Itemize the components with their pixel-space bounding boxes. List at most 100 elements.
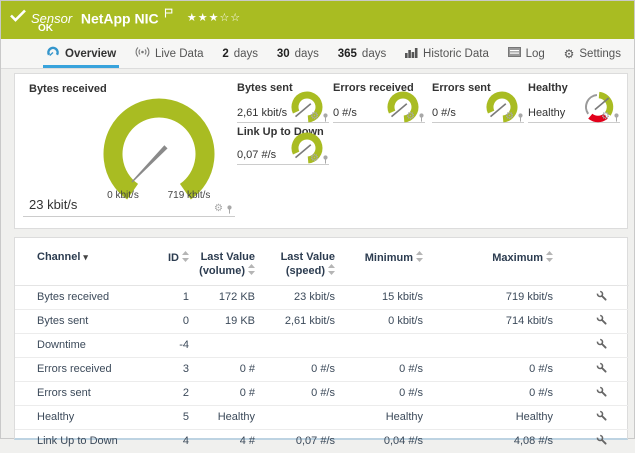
channel-settings-wrench-icon[interactable] xyxy=(596,362,607,373)
gauge-current-value: 0 #/s xyxy=(333,107,357,119)
column-header-id[interactable]: ID xyxy=(165,238,195,286)
tab-2-days[interactable]: 2 days xyxy=(219,39,261,68)
gauge-pin-icon[interactable] xyxy=(322,113,329,122)
maximum-value: Healthy xyxy=(429,406,559,430)
gauge-scale-min: 0 kbit/s xyxy=(93,190,153,201)
channel-settings-wrench-icon[interactable] xyxy=(596,338,607,349)
last-value-volume xyxy=(195,334,261,358)
gauge-pin-icon[interactable] xyxy=(613,113,620,122)
last-value-speed xyxy=(261,334,341,358)
channel-name[interactable]: Errors received xyxy=(15,358,165,382)
gauge-settings-icon[interactable]: ⚙ xyxy=(310,112,319,122)
tab-label: Historic Data xyxy=(423,48,489,60)
channel-settings-wrench-icon[interactable] xyxy=(596,386,607,397)
gauge-pin-icon[interactable] xyxy=(226,205,233,214)
last-value-speed: 0 #/s xyxy=(261,382,341,406)
channel-name[interactable]: Bytes received xyxy=(15,286,165,310)
gauge-errors-received: Errors received 0 #/s ⚙ xyxy=(333,82,425,123)
sensor-status-badge: OK xyxy=(38,23,53,34)
tab-bar: Overview Live Data 2 days 30 days 365 da… xyxy=(1,39,634,69)
tab-30-days[interactable]: 30 days xyxy=(274,39,322,68)
tab-overview[interactable]: Overview xyxy=(43,39,119,68)
gauges-panel: Bytes received 0 kbit/s 719 kbit/s 23 kb… xyxy=(14,73,628,229)
channel-settings-wrench-icon[interactable] xyxy=(596,314,607,325)
channel-settings-wrench-icon[interactable] xyxy=(596,290,607,301)
channel-settings-wrench-icon[interactable] xyxy=(596,434,607,445)
maximum-value: 4,08 #/s xyxy=(429,430,559,453)
column-header-last-value-speed[interactable]: Last Value(speed) xyxy=(261,238,341,286)
minimum-value: 0,04 #/s xyxy=(341,430,429,453)
tab-log[interactable]: Log xyxy=(505,39,548,68)
gauge-settings-icon[interactable]: ⚙ xyxy=(505,112,514,122)
last-value-speed: 0 #/s xyxy=(261,358,341,382)
gauge-errors-sent: Errors sent 0 #/s ⚙ xyxy=(432,82,524,123)
channel-name[interactable]: Link Up to Down xyxy=(15,430,165,453)
table-row: Errors sent 2 0 # 0 #/s 0 #/s 0 #/s xyxy=(15,382,629,406)
priority-stars[interactable]: ★★★☆☆ xyxy=(187,12,241,24)
gauge-settings-icon[interactable]: ⚙ xyxy=(214,204,223,214)
last-value-volume: 172 KB xyxy=(195,286,261,310)
gauge-current-value: 2,61 kbit/s xyxy=(237,107,287,119)
tab-365-days[interactable]: 365 days xyxy=(335,39,389,68)
gauge-label: Healthy xyxy=(528,82,568,94)
maximum-value: 0 #/s xyxy=(429,382,559,406)
gauge-icon xyxy=(46,46,60,62)
maximum-value: 714 kbit/s xyxy=(429,310,559,334)
gauge-current-value: 0,07 #/s xyxy=(237,149,276,161)
gauge-pin-icon[interactable] xyxy=(322,155,329,164)
chart-icon xyxy=(405,47,418,61)
channel-name[interactable]: Errors sent xyxy=(15,382,165,406)
sort-icon xyxy=(248,264,255,275)
tab-num: 365 xyxy=(338,48,357,60)
gauge-settings-icon[interactable]: ⚙ xyxy=(601,112,610,122)
channel-name[interactable]: Healthy xyxy=(15,406,165,430)
tab-live-data[interactable]: Live Data xyxy=(132,39,207,68)
channel-settings-wrench-icon[interactable] xyxy=(596,410,607,421)
channel-name[interactable]: Bytes sent xyxy=(15,310,165,334)
tab-label: days xyxy=(295,48,319,60)
last-value-volume: 19 KB xyxy=(195,310,261,334)
gauge-pin-icon[interactable] xyxy=(418,113,425,122)
column-header-last-value-volume[interactable]: Last Value(volume) xyxy=(195,238,261,286)
status-ok-check-icon xyxy=(10,9,26,27)
column-header-minimum[interactable]: Minimum xyxy=(341,238,429,286)
tab-label: Overview xyxy=(65,48,116,60)
last-value-volume: 0 # xyxy=(195,382,261,406)
maximum-value: 0 #/s xyxy=(429,358,559,382)
minimum-value: 15 kbit/s xyxy=(341,286,429,310)
tab-settings[interactable]: ⚙ Settings xyxy=(561,39,624,68)
gauge-healthy: Healthy Healthy ⚙ xyxy=(528,82,620,123)
minimum-value: 0 #/s xyxy=(341,382,429,406)
channel-id: 4 xyxy=(165,430,195,453)
column-header-channel[interactable]: Channel▾ xyxy=(15,238,165,286)
log-icon xyxy=(508,47,521,60)
maximum-value: 719 kbit/s xyxy=(429,286,559,310)
channel-id: 2 xyxy=(165,382,195,406)
gauge-pin-icon[interactable] xyxy=(517,113,524,122)
table-row: Downtime -4 xyxy=(15,334,629,358)
gauge-label: Bytes received xyxy=(29,83,107,95)
last-value-volume: 0 # xyxy=(195,358,261,382)
table-row: Healthy 5 Healthy Healthy Healthy xyxy=(15,406,629,430)
table-row: Errors received 3 0 # 0 #/s 0 #/s 0 #/s xyxy=(15,358,629,382)
gauge-current-value: Healthy xyxy=(528,107,565,119)
sort-icon xyxy=(328,264,335,275)
last-value-speed xyxy=(261,406,341,430)
sensor-title: NetApp NIC xyxy=(81,10,159,26)
priority-flag-icon[interactable] xyxy=(164,6,173,21)
sort-icon xyxy=(416,251,423,262)
column-header-maximum[interactable]: Maximum xyxy=(429,238,559,286)
tab-historic-data[interactable]: Historic Data xyxy=(402,39,492,68)
table-row: Link Up to Down 4 4 # 0,07 #/s 0,04 #/s … xyxy=(15,430,629,453)
channel-name[interactable]: Downtime xyxy=(15,334,165,358)
gauge-settings-icon[interactable]: ⚙ xyxy=(310,154,319,164)
sort-icon xyxy=(182,251,189,262)
gauge-settings-icon[interactable]: ⚙ xyxy=(406,112,415,122)
prtg-sensor-overview-window: { "header": { "kind_label": "Sensor", "t… xyxy=(0,0,635,439)
broadcast-icon xyxy=(135,46,150,61)
gauge-label: Bytes sent xyxy=(237,82,293,94)
tab-label: Log xyxy=(526,48,545,60)
tab-label: Settings xyxy=(579,48,621,60)
gauge-link-up-to-down: Link Up to Down 0,07 #/s ⚙ xyxy=(237,126,329,165)
table-header-row: Channel▾ ID Last Value(volume) Last Valu… xyxy=(15,238,629,286)
